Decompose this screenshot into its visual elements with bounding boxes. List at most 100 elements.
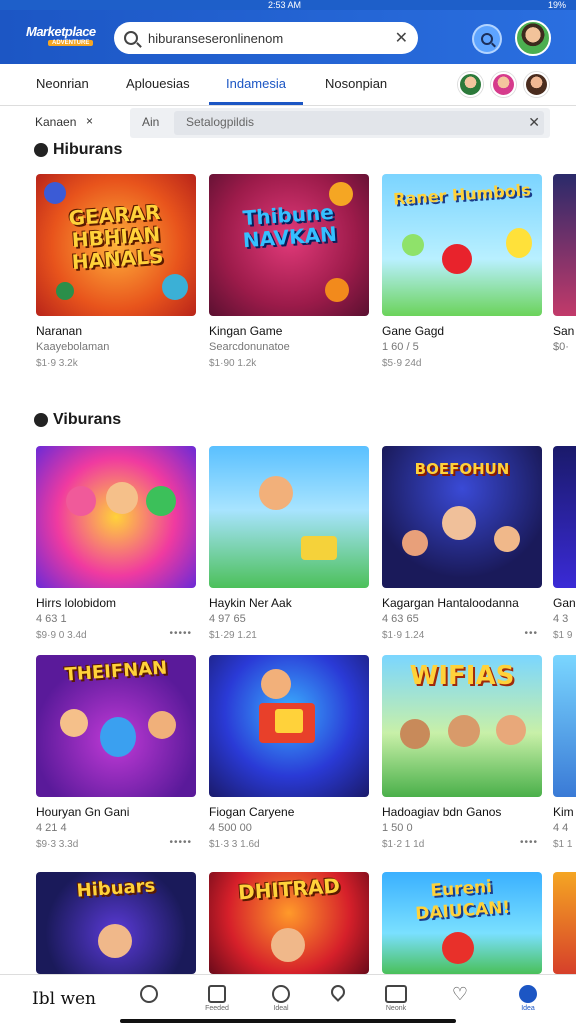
nav-label: Feeded bbox=[205, 1005, 229, 1012]
game-card[interactable]: San $0· bbox=[553, 174, 576, 353]
game-thumbnail: THEIFNAN bbox=[36, 655, 196, 797]
nav-pin[interactable] bbox=[322, 982, 354, 1002]
logo-sub: ADVENTURE bbox=[48, 40, 94, 46]
game-subtitle: 4 500 00 bbox=[209, 822, 252, 834]
profile-icon bbox=[519, 985, 537, 1003]
game-card[interactable]: Kim 4 4 $1 1 bbox=[553, 655, 576, 850]
nav-home[interactable]: Feeded bbox=[201, 985, 233, 1012]
gamepad-icon bbox=[34, 413, 48, 427]
game-art-title: THEIFNAN bbox=[63, 657, 168, 686]
filter-bar: Kanaen × Ain Setalogpildis ✕ bbox=[0, 106, 576, 138]
clear-search-icon[interactable]: ✕ bbox=[395, 28, 408, 48]
game-thumbnail bbox=[209, 655, 369, 797]
filter-input[interactable]: Setalogpildis bbox=[174, 111, 544, 135]
game-card[interactable]: BOEFOHUN Kagargan Hantaloodanna 4 63 65 … bbox=[382, 446, 542, 641]
game-card[interactable]: Hibuars bbox=[36, 872, 196, 974]
friend-avatars bbox=[458, 72, 549, 97]
game-card[interactable]: WIFIAS Hadoagiav bdn Ganos 1 50 0 $1·2 1… bbox=[382, 655, 542, 850]
nav-favorites[interactable]: ♡ bbox=[444, 985, 476, 1005]
friend-avatar[interactable] bbox=[524, 72, 549, 97]
game-card[interactable]: Haykin Ner Aak 4 97 65 $1·29 1.21 bbox=[209, 446, 369, 641]
status-right: 19% bbox=[548, 0, 566, 10]
filter-box[interactable]: Ain Setalogpildis ✕ bbox=[130, 108, 550, 138]
game-art-title: Eureni DAIUCAN! bbox=[414, 876, 511, 925]
game-art-title: Raner Humbols bbox=[392, 180, 532, 209]
filter-close-icon[interactable]: × bbox=[86, 114, 93, 128]
more-options-icon[interactable]: •••• bbox=[520, 837, 538, 848]
game-name: Haykin Ner Aak bbox=[209, 596, 292, 610]
tab-1[interactable]: Aplouesias bbox=[126, 76, 190, 91]
section-title-text: Viburans bbox=[53, 411, 122, 428]
game-card[interactable]: Fiogan Caryene 4 500 00 $1·3 3 1.6d bbox=[209, 655, 369, 850]
section-title: Viburans bbox=[34, 411, 121, 429]
game-name: Hirrs lolobidom bbox=[36, 596, 117, 610]
pin-icon bbox=[328, 982, 348, 1002]
game-card[interactable]: Gan 4 3 $1 9 bbox=[553, 446, 576, 641]
nav-label: Neonk bbox=[385, 1005, 407, 1012]
search-button[interactable] bbox=[472, 24, 502, 54]
tab-0[interactable]: Neonrian bbox=[36, 76, 89, 91]
game-thumbnail: WIFIAS bbox=[382, 655, 542, 797]
game-name: San bbox=[553, 324, 575, 338]
game-price: $1·2 1 1d bbox=[382, 839, 425, 850]
bottom-brand[interactable]: Ibl wen bbox=[32, 989, 96, 1009]
nav-globe[interactable]: Ideal bbox=[265, 985, 297, 1012]
game-price: $1 1 bbox=[553, 839, 573, 850]
nav-search[interactable] bbox=[133, 985, 165, 1005]
search-input[interactable] bbox=[148, 30, 395, 46]
game-price: $1·9 1.24 bbox=[382, 630, 425, 641]
top-bar: Marketplace ADVENTURE ✕ bbox=[0, 10, 576, 64]
filter-label[interactable]: Kanaen bbox=[35, 115, 76, 129]
status-time: 2:53 AM bbox=[268, 0, 302, 10]
more-options-icon[interactable]: ••• bbox=[524, 628, 538, 639]
game-art-title: GEARAR HBHIAN HANALS bbox=[67, 199, 165, 275]
game-card[interactable]: Raner Humbols Gane Gagd 1 60 / 5 $5·9 24… bbox=[382, 174, 542, 369]
nav-profile[interactable]: Idea bbox=[512, 985, 544, 1012]
game-card[interactable]: Eureni DAIUCAN! bbox=[382, 872, 542, 974]
tab-2[interactable]: Indamesia bbox=[226, 76, 286, 91]
game-name: Naranan bbox=[36, 324, 83, 338]
game-name: Hadoagiav bdn Ganos bbox=[382, 805, 502, 819]
nav-messages[interactable]: Neonk bbox=[380, 985, 412, 1012]
more-options-icon[interactable]: ••••• bbox=[169, 837, 192, 848]
search-icon bbox=[124, 31, 138, 45]
game-art-title: Thibune NAVKAN bbox=[241, 199, 338, 253]
search-icon bbox=[140, 985, 158, 1003]
app-logo[interactable]: Marketplace ADVENTURE bbox=[26, 24, 106, 54]
game-name: Fiogan Caryene bbox=[209, 805, 295, 819]
game-subtitle: 4 4 bbox=[553, 822, 569, 834]
game-name: Gane Gagd bbox=[382, 324, 445, 338]
section-title-text: Hiburans bbox=[53, 141, 123, 158]
close-icon[interactable]: ✕ bbox=[528, 114, 540, 131]
tab-3[interactable]: Nosonpian bbox=[325, 76, 387, 91]
game-card[interactable] bbox=[553, 872, 576, 974]
game-subtitle: 4 63 65 bbox=[382, 613, 419, 625]
heart-icon: ♡ bbox=[451, 984, 469, 1004]
game-card[interactable]: DHITRAD bbox=[209, 872, 369, 974]
game-thumbnail: BOEFOHUN bbox=[382, 446, 542, 588]
game-subtitle: 4 3 bbox=[553, 613, 569, 625]
game-thumbnail: Hibuars bbox=[36, 872, 196, 974]
game-name: Gan bbox=[553, 596, 576, 610]
game-thumbnail bbox=[553, 872, 576, 974]
game-card[interactable]: Thibune NAVKAN Kingan Game Searcdonunato… bbox=[209, 174, 369, 369]
game-card[interactable]: THEIFNAN Houryan Gn Gani 4 21 4 $9·3 3.3… bbox=[36, 655, 196, 850]
friend-avatar[interactable] bbox=[491, 72, 516, 97]
game-thumbnail bbox=[553, 655, 576, 797]
game-subtitle: 1 60 / 5 bbox=[382, 341, 419, 353]
user-avatar[interactable] bbox=[515, 20, 551, 56]
game-card[interactable]: Hirrs lolobidom 4 63 1 $9·9 0 3.4d ••••• bbox=[36, 446, 196, 641]
gamepad-icon bbox=[34, 143, 48, 157]
game-art-title: Hibuars bbox=[75, 875, 156, 902]
game-price: $1·29 1.21 bbox=[209, 630, 257, 641]
game-subtitle: Searcdonunatoe bbox=[209, 341, 290, 353]
filter-tag[interactable]: Ain bbox=[142, 115, 159, 129]
nav-label: Ideal bbox=[273, 1005, 289, 1012]
friend-avatar[interactable] bbox=[458, 72, 483, 97]
more-options-icon[interactable]: ••••• bbox=[169, 628, 192, 639]
game-thumbnail: DHITRAD bbox=[209, 872, 369, 974]
game-thumbnail: GEARAR HBHIAN HANALS bbox=[36, 174, 196, 316]
game-price: $1·90 1.2k bbox=[209, 358, 257, 369]
search-bar[interactable]: ✕ bbox=[114, 22, 418, 54]
game-card[interactable]: GEARAR HBHIAN HANALS Naranan Kaayebolama… bbox=[36, 174, 196, 369]
